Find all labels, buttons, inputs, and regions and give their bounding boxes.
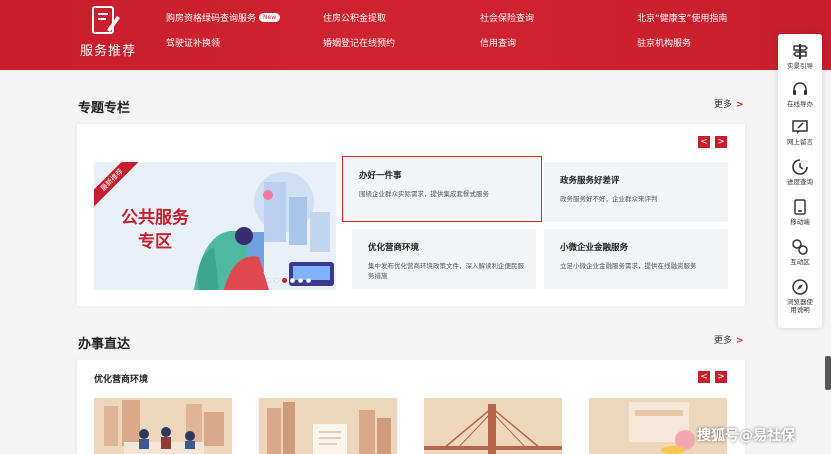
carousel-dots	[266, 278, 311, 283]
bridge-illustration	[424, 398, 562, 454]
chevron-right-icon: >	[736, 336, 744, 346]
mobile-icon	[794, 199, 806, 215]
service-link-driver-license[interactable]: 驾驶证补换领	[166, 36, 220, 49]
topics-next-button[interactable]: >	[715, 136, 727, 148]
floating-toolbar: 实景引导 在线导办 网上留言 进度查询 移动端 互动区 浏览器使用说明	[778, 34, 822, 328]
direct-next-button[interactable]: >	[715, 371, 727, 383]
direct-section-title: 办事直达	[78, 337, 131, 352]
carousel-dot[interactable]	[274, 278, 279, 283]
tile-micro-finance[interactable]: 小微企业金融服务 立足小微企业金融服务需求，提供在线融资服务	[544, 229, 728, 289]
toolbar-item-mobile[interactable]: 移动端	[778, 198, 822, 226]
carousel-dot[interactable]	[290, 278, 295, 283]
watermark: 搜狐号@易社保	[697, 428, 795, 444]
progress-icon	[792, 159, 808, 175]
toolbar-item-online-guide[interactable]: 在线导办	[778, 80, 822, 108]
service-link-social-insurance[interactable]: 社会保险查询	[480, 11, 534, 24]
city-document-illustration	[259, 398, 397, 454]
toolbar-label: 进度查询	[787, 178, 813, 186]
toolbar-item-progress[interactable]: 进度查询	[778, 158, 822, 186]
carousel-dot-active[interactable]	[282, 278, 287, 283]
carousel-dot[interactable]	[306, 278, 311, 283]
toolbar-label: 移动端	[790, 218, 810, 226]
more-label: 更多	[714, 100, 733, 110]
tile-service-rating[interactable]: 政务服务好差评 政务服务好不好，企业群众来评判	[544, 162, 728, 222]
toolbar-label: 在线导办	[787, 100, 813, 108]
signpost-icon	[793, 44, 808, 59]
toolbar-item-message[interactable]: 网上留言	[778, 118, 822, 146]
toolbar-item-guide[interactable]: 实景引导	[778, 42, 822, 70]
message-icon	[792, 120, 808, 134]
tile-desc: 政务服务好不好，企业群众来评判	[560, 195, 658, 203]
document-edit-icon	[92, 6, 120, 34]
direct-more-link[interactable]: 更多 >	[714, 333, 744, 346]
direct-subtitle: 优化营商环境	[94, 375, 149, 385]
service-link-label: 购房资格绿码查询服务	[166, 14, 257, 24]
page-scrollbar-thumb[interactable]	[825, 356, 831, 390]
headset-icon	[793, 82, 807, 95]
service-link-health-kit-guide[interactable]: 北京“健康宝”使用指南	[637, 11, 727, 24]
topics-more-link[interactable]: 更多 >	[714, 97, 744, 110]
service-link-housing-code[interactable]: 购房资格绿码查询服务 New	[166, 11, 281, 24]
direct-prev-button[interactable]: <	[698, 371, 710, 383]
promo-carousel-image[interactable]: 最新推荐 公共服务 专区	[94, 162, 336, 290]
topics-prev-button[interactable]: <	[698, 136, 710, 148]
tile-desc: 围绕企业群众实际需求，提供集成套餐式服务	[359, 190, 489, 198]
compass-icon	[792, 279, 808, 295]
tile-one-thing[interactable]: 办好一件事 围绕企业群众实际需求，提供集成套餐式服务	[342, 156, 542, 222]
service-link-credit-query[interactable]: 信用查询	[480, 36, 516, 49]
thumb-office-meeting[interactable]	[94, 398, 232, 454]
carousel-dot[interactable]	[266, 278, 271, 283]
service-recommend-banner: 服务推荐 购房资格绿码查询服务 New 住房公积金提取 社会保险查询 北京“健康宝…	[0, 0, 831, 70]
toolbar-item-interaction[interactable]: 互动区	[778, 238, 822, 266]
thumb-city-document[interactable]	[259, 398, 397, 454]
service-link-provident-fund[interactable]: 住房公积金提取	[323, 11, 386, 24]
service-link-marriage-booking[interactable]: 婚姻登记在线预约	[323, 36, 395, 49]
topics-section-title: 专题专栏	[78, 101, 131, 116]
toolbar-label: 浏览器使用说明	[787, 298, 813, 314]
carousel-dot[interactable]	[298, 278, 303, 283]
toolbar-label: 实景引导	[787, 62, 813, 70]
thumb-bridge[interactable]	[424, 398, 562, 454]
tile-title: 优化营商环境	[368, 243, 420, 253]
banner-title: 服务推荐	[80, 44, 137, 59]
meeting-illustration	[94, 398, 232, 454]
promo-label-line2: 专区	[138, 232, 172, 252]
service-link-agency-service[interactable]: 驻京机构服务	[637, 36, 691, 49]
toolbar-label: 网上留言	[787, 138, 813, 146]
tile-desc: 集中发布优化营商环境政策文件，深入解读利企便民服务措施	[368, 262, 524, 280]
tile-title: 办好一件事	[359, 171, 402, 181]
promo-label: 公共服务 专区	[121, 206, 189, 254]
tile-title: 小微企业金融服务	[560, 243, 629, 253]
chevron-right-icon: >	[736, 100, 744, 110]
new-badge: New	[259, 13, 281, 22]
promo-label-line1: 公共服务	[121, 208, 189, 228]
more-label: 更多	[714, 336, 733, 346]
interaction-icon	[792, 239, 808, 255]
toolbar-label: 互动区	[790, 258, 810, 266]
tile-desc: 立足小微企业金融服务需求，提供在线融资服务	[560, 262, 697, 270]
toolbar-item-browser-guide[interactable]: 浏览器使用说明	[778, 278, 822, 314]
tile-business-env[interactable]: 优化营商环境 集中发布优化营商环境政策文件，深入解读利企便民服务措施	[352, 229, 536, 289]
tile-title: 政务服务好差评	[560, 176, 620, 186]
